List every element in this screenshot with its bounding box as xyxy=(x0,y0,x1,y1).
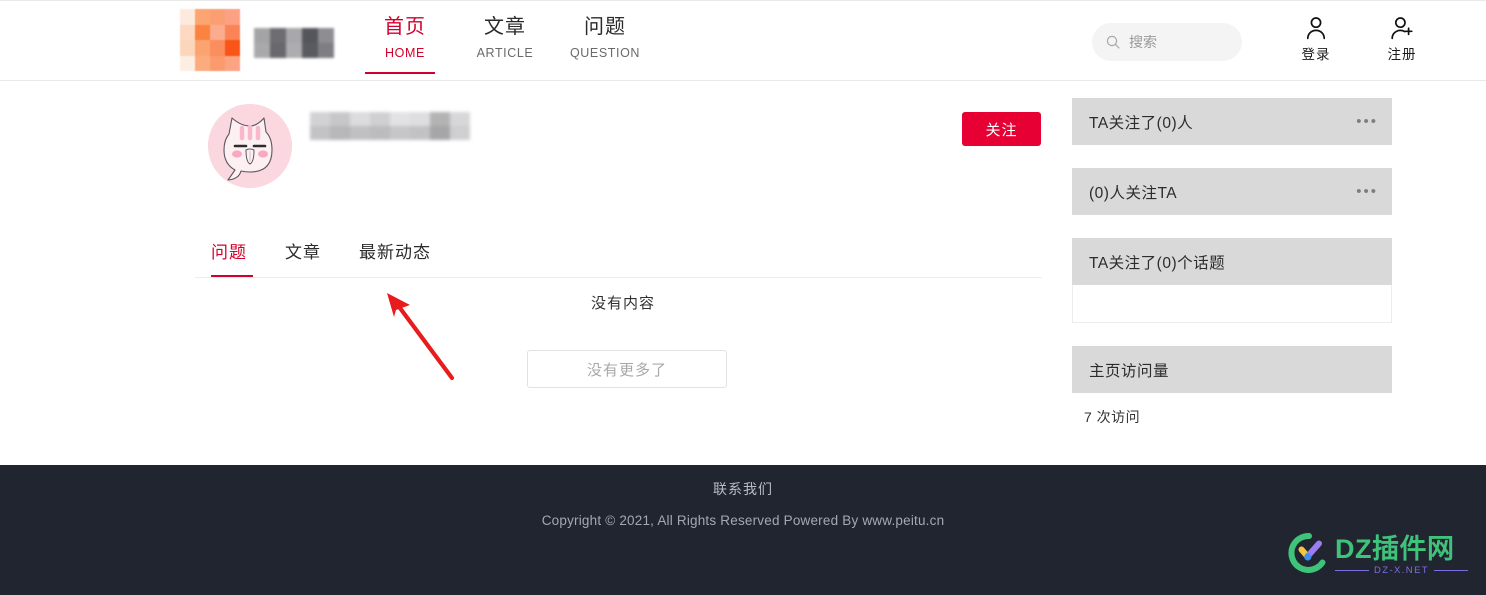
sidebar-card-following-topics-title: TA关注了(0)个话题 xyxy=(1089,254,1226,272)
register-button[interactable]: 注册 xyxy=(1381,15,1423,63)
sidebar-card-followers-title: (0)人关注TA xyxy=(1089,184,1178,202)
watermark-domain: DZ-X.NET xyxy=(1374,565,1430,576)
sidebar-card-following-people-head[interactable]: TA关注了(0)人 ••• xyxy=(1072,98,1392,145)
sidebar-card-following-topics-head[interactable]: TA关注了(0)个话题 xyxy=(1072,238,1392,285)
watermark-main-text: DZ插件网 xyxy=(1335,534,1455,564)
page-root: 首页 HOME 文章 ARTICLE 问题 QUESTION 搜索 登录 注册 … xyxy=(0,0,1486,595)
profile-sidebar: TA关注了(0)人 ••• (0)人关注TA ••• TA关注了(0)个话题 主… xyxy=(1072,98,1392,450)
sidebar-card-following-topics-body xyxy=(1072,285,1392,323)
avatar[interactable] xyxy=(208,104,292,188)
tabs-divider xyxy=(195,277,1042,278)
sidebar-card-following-people: TA关注了(0)人 ••• xyxy=(1072,98,1392,145)
profile-header xyxy=(208,104,470,188)
user-plus-icon xyxy=(1381,15,1423,41)
sidebar-card-profile-views-head[interactable]: 主页访问量 xyxy=(1072,346,1392,393)
tab-questions[interactable]: 问题 xyxy=(211,238,253,277)
nav-item-article[interactable]: 文章 ARTICLE xyxy=(455,13,555,72)
login-label: 登录 xyxy=(1301,47,1331,62)
main-navigation: 首页 HOME 文章 ARTICLE 问题 QUESTION xyxy=(355,13,655,74)
watermark: DZ插件网 DZ-X.NET xyxy=(1288,532,1468,579)
brand-area[interactable] xyxy=(180,9,334,71)
site-name-redacted xyxy=(254,28,334,58)
profile-views-count: 7 次访问 xyxy=(1084,409,1141,425)
follow-button[interactable]: 关注 xyxy=(962,112,1041,146)
empty-state-text: 没有内容 xyxy=(591,295,656,312)
site-footer: 联系我们 Copyright © 2021, All Rights Reserv… xyxy=(0,465,1486,595)
sidebar-card-following-topics: TA关注了(0)个话题 xyxy=(1072,238,1392,323)
watermark-text: DZ插件网 DZ-X.NET xyxy=(1335,534,1468,577)
register-label: 注册 xyxy=(1387,47,1417,62)
sidebar-card-profile-views-title: 主页访问量 xyxy=(1089,362,1170,380)
site-logo-icon xyxy=(180,9,240,71)
watermark-sub-text: DZ-X.NET xyxy=(1335,565,1468,576)
site-header: 首页 HOME 文章 ARTICLE 问题 QUESTION 搜索 登录 注册 xyxy=(0,1,1486,81)
sidebar-card-followers-head[interactable]: (0)人关注TA ••• xyxy=(1072,168,1392,215)
nav-item-article-en: ARTICLE xyxy=(476,46,534,60)
search-icon xyxy=(1106,35,1120,49)
dz-logo-icon xyxy=(1288,532,1330,579)
sidebar-card-followers: (0)人关注TA ••• xyxy=(1072,168,1392,215)
tab-latest-activity[interactable]: 最新动态 xyxy=(359,238,431,277)
more-options-icon[interactable]: ••• xyxy=(1356,183,1378,200)
sidebar-card-profile-views: 主页访问量 7 次访问 xyxy=(1072,346,1392,427)
search-placeholder: 搜索 xyxy=(1129,34,1157,50)
nav-item-home-cn: 首页 xyxy=(384,16,426,38)
nav-item-home[interactable]: 首页 HOME xyxy=(355,13,455,74)
contact-us-link[interactable]: 联系我们 xyxy=(713,479,773,499)
account-actions: 登录 注册 xyxy=(1295,15,1423,63)
nav-item-question[interactable]: 问题 QUESTION xyxy=(555,13,655,72)
nav-item-home-en: HOME xyxy=(385,46,425,60)
no-more-button[interactable]: 没有更多了 xyxy=(527,350,727,388)
nav-item-article-cn: 文章 xyxy=(484,16,526,38)
profile-content-tabs: 问题 文章 最新动态 xyxy=(211,238,469,277)
nav-item-question-en: QUESTION xyxy=(569,46,641,60)
copyright-text: Copyright © 2021, All Rights Reserved Po… xyxy=(541,513,945,528)
username-redacted xyxy=(310,112,470,140)
user-icon xyxy=(1295,15,1337,41)
search-input[interactable]: 搜索 xyxy=(1092,23,1242,61)
tab-articles[interactable]: 文章 xyxy=(285,238,321,277)
nav-item-question-cn: 问题 xyxy=(584,16,626,38)
more-options-icon[interactable]: ••• xyxy=(1356,113,1378,130)
login-button[interactable]: 登录 xyxy=(1295,15,1337,63)
sidebar-card-following-people-title: TA关注了(0)人 xyxy=(1089,114,1194,132)
annotation-arrow xyxy=(370,285,480,400)
